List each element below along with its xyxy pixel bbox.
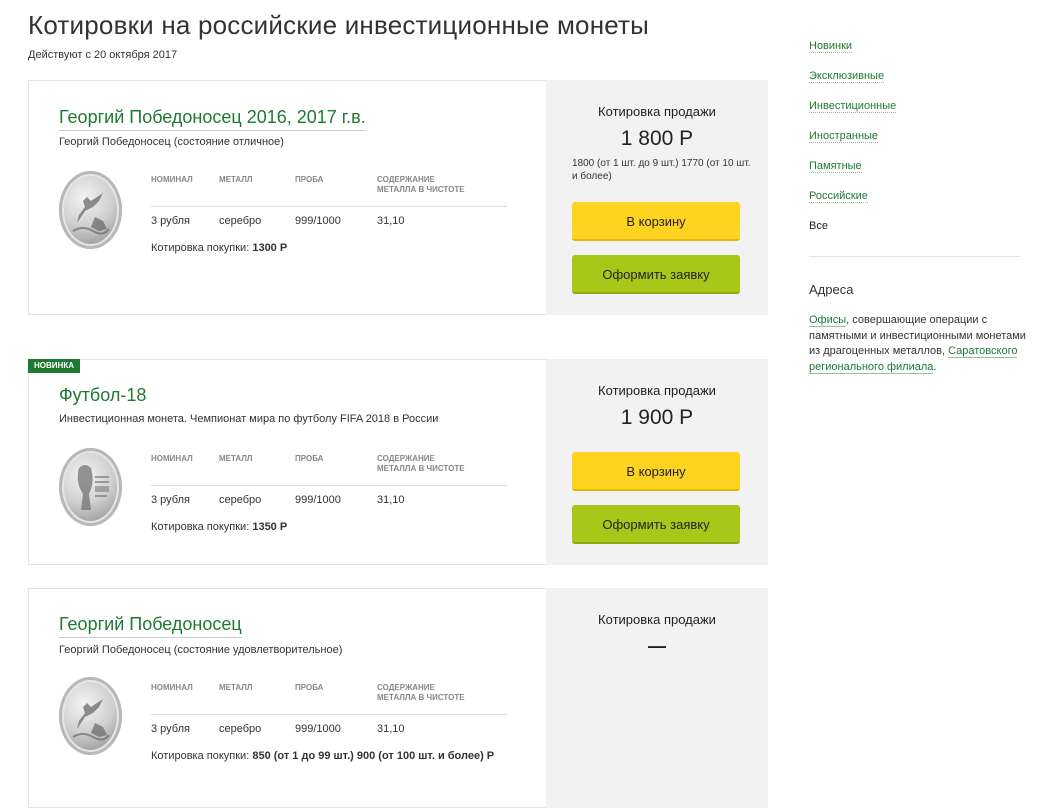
sale-price-note: 1800 (от 1 шт. до 9 шт.) 1770 (от 10 шт.… xyxy=(572,158,751,182)
coin-description: Инвестиционная монета. Чемпионат мира по… xyxy=(59,413,439,425)
nav-item-exclusive[interactable]: Эксклюзивные xyxy=(809,70,885,83)
sale-price: 1 800 Р xyxy=(620,127,694,150)
buy-quote: Котировка покупки: 1350 Р xyxy=(151,519,521,535)
header-content: СОДЕРЖАНИЕ МЕТАЛЛА В ЧИСТОТЕ xyxy=(377,175,465,194)
buy-quote-label: Котировка покупки: xyxy=(151,242,250,254)
header-nominal: НОМИНАЛ xyxy=(151,454,193,463)
place-order-button[interactable]: Оформить заявку xyxy=(572,505,740,544)
coin-card: Георгий Победоносец Георгий Победоносец … xyxy=(28,588,768,808)
football-cup-coin-icon xyxy=(77,465,109,510)
cell-nominal: 3 рубля xyxy=(151,215,190,227)
nav-item-all[interactable]: Все xyxy=(809,220,828,232)
cell-content: 31,10 xyxy=(377,215,405,227)
cell-content: 31,10 xyxy=(377,723,405,735)
coin-title-link[interactable]: Георгий Победоносец 2016, 2017 г.в. xyxy=(59,107,366,131)
cell-content: 31,10 xyxy=(377,494,405,506)
add-to-cart-button[interactable]: В корзину xyxy=(572,452,740,491)
coin-image[interactable] xyxy=(59,448,122,526)
offices-link[interactable]: Офисы xyxy=(809,314,847,327)
coin-info: Георгий Победоносец 2016, 2017 г.в. Геор… xyxy=(29,81,546,314)
cell-nominal: 3 рубля xyxy=(151,494,190,506)
place-order-button[interactable]: Оформить заявку xyxy=(572,255,740,294)
cell-metal: серебро xyxy=(219,723,262,735)
buy-quote-value: 850 (от 1 до 99 шт.) 900 (от 100 шт. и б… xyxy=(252,750,495,762)
buy-quote-label: Котировка покупки: xyxy=(151,750,250,762)
header-content: СОДЕРЖАНИЕ МЕТАЛЛА В ЧИСТОТЕ xyxy=(377,683,465,702)
buy-quote-label: Котировка покупки: xyxy=(151,521,250,533)
coin-image[interactable] xyxy=(59,171,122,249)
sale-panel: Котировка продажи 1 900 Р В корзину Офор… xyxy=(546,359,768,565)
specs-row: 3 рубля серебро 999/1000 31,10 xyxy=(151,486,507,512)
nav-item-investment[interactable]: Инвестиционные xyxy=(809,100,897,113)
specs-row: 3 рубля серебро 999/1000 31,10 xyxy=(151,715,507,741)
nav-item-new[interactable]: Новинки xyxy=(809,40,853,53)
st-george-coin-icon xyxy=(72,193,110,235)
sale-panel: Котировка продажи 1 800 Р 1800 (от 1 шт.… xyxy=(546,80,768,315)
header-metal: МЕТАЛЛ xyxy=(219,175,253,184)
st-george-coin-icon xyxy=(72,699,110,741)
sale-quote-label: Котировка продажи xyxy=(598,612,716,627)
buy-quote: Котировка покупки: 1300 Р xyxy=(151,240,521,256)
addresses-title: Адреса xyxy=(809,282,854,297)
addresses-text: Офисы, совершающие операции с памятными … xyxy=(809,313,1034,375)
cell-proba: 999/1000 xyxy=(295,494,341,506)
addresses-end: . xyxy=(933,360,937,373)
cell-metal: серебро xyxy=(219,215,262,227)
sale-price-unavailable: — xyxy=(648,636,666,656)
coin-description: Георгий Победоносец (состояние удовлетво… xyxy=(59,644,343,656)
cell-metal: серебро xyxy=(219,494,262,506)
sale-quote-label: Котировка продажи xyxy=(598,383,716,398)
coin-title-link[interactable]: Георгий Победоносец xyxy=(59,614,242,638)
nav-item-commemorative[interactable]: Памятные xyxy=(809,160,862,173)
header-content: СОДЕРЖАНИЕ МЕТАЛЛА В ЧИСТОТЕ xyxy=(377,454,465,473)
coin-specs-table: НОМИНАЛ МЕТАЛЛ ПРОБА СОДЕРЖАНИЕ МЕТАЛЛА В… xyxy=(151,175,507,233)
specs-header: НОМИНАЛ МЕТАЛЛ ПРОБА СОДЕРЖАНИЕ МЕТАЛЛА В… xyxy=(151,683,507,715)
sale-panel: Котировка продажи — xyxy=(546,588,768,808)
coin-specs-table: НОМИНАЛ МЕТАЛЛ ПРОБА СОДЕРЖАНИЕ МЕТАЛЛА В… xyxy=(151,683,507,741)
sale-quote-label: Котировка продажи xyxy=(598,104,716,119)
nav-item-russian[interactable]: Российские xyxy=(809,190,868,203)
coin-card: Георгий Победоносец 2016, 2017 г.в. Геор… xyxy=(28,80,768,315)
coin-description: Георгий Победоносец (состояние отличное) xyxy=(59,136,284,148)
specs-header: НОМИНАЛ МЕТАЛЛ ПРОБА СОДЕРЖАНИЕ МЕТАЛЛА В… xyxy=(151,175,507,207)
header-metal: МЕТАЛЛ xyxy=(219,454,253,463)
buy-quote-value: 1350 Р xyxy=(252,521,288,533)
header-proba: ПРОБА xyxy=(295,454,324,463)
cell-proba: 999/1000 xyxy=(295,723,341,735)
header-nominal: НОМИНАЛ xyxy=(151,683,193,692)
coin-info: Георгий Победоносец Георгий Победоносец … xyxy=(29,589,546,807)
buy-quote: Котировка покупки: 850 (от 1 до 99 шт.) … xyxy=(151,748,521,764)
coin-card: Футбол-18 Инвестиционная монета. Чемпион… xyxy=(28,359,768,565)
buy-quote-value: 1300 Р xyxy=(252,242,288,254)
header-proba: ПРОБА xyxy=(295,175,324,184)
new-badge: НОВИНКА xyxy=(28,359,80,373)
cell-nominal: 3 рубля xyxy=(151,723,190,735)
header-proba: ПРОБА xyxy=(295,683,324,692)
header-metal: МЕТАЛЛ xyxy=(219,683,253,692)
specs-row: 3 рубля серебро 999/1000 31,10 xyxy=(151,207,507,233)
nav-item-foreign[interactable]: Иностранные xyxy=(809,130,879,143)
page-subtitle: Действуют с 20 октября 2017 xyxy=(28,49,178,61)
add-to-cart-button[interactable]: В корзину xyxy=(572,202,740,241)
coin-info: Футбол-18 Инвестиционная монета. Чемпион… xyxy=(29,360,546,564)
coin-specs-table: НОМИНАЛ МЕТАЛЛ ПРОБА СОДЕРЖАНИЕ МЕТАЛЛА В… xyxy=(151,454,507,512)
coin-image[interactable] xyxy=(59,677,122,755)
header-nominal: НОМИНАЛ xyxy=(151,175,193,184)
sidebar-divider xyxy=(809,256,1021,257)
sale-price: 1 900 Р xyxy=(620,406,694,429)
page-title: Котировки на российские инвестиционные м… xyxy=(28,10,650,40)
coin-title-link[interactable]: Футбол-18 xyxy=(59,385,146,408)
specs-header: НОМИНАЛ МЕТАЛЛ ПРОБА СОДЕРЖАНИЕ МЕТАЛЛА В… xyxy=(151,454,507,486)
cell-proba: 999/1000 xyxy=(295,215,341,227)
